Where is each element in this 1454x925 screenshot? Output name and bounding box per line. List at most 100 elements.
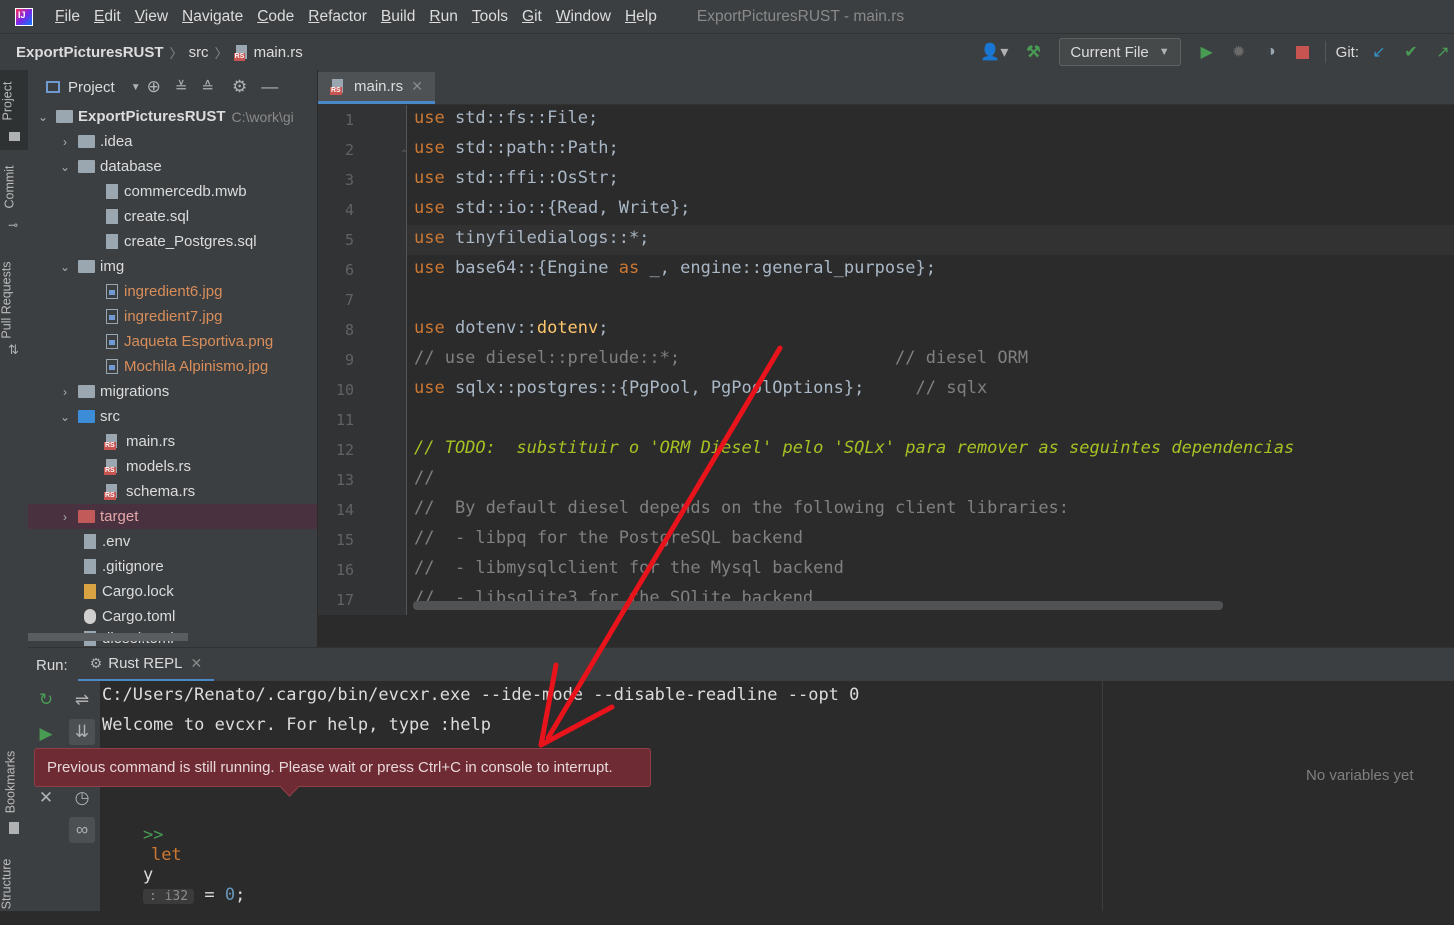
tree-root[interactable]: ⌄ ExportPicturesRUST C:\work\gi xyxy=(28,104,317,129)
tree-item-jaqueta[interactable]: Jaqueta Esportiva.png xyxy=(28,329,317,354)
gear-icon[interactable]: ⚙ xyxy=(232,77,247,97)
tree-item-src[interactable]: ⌄ src xyxy=(28,404,317,429)
text-file-icon xyxy=(84,534,96,549)
menu-run[interactable]: Run xyxy=(429,8,457,26)
tree-item-label: create_Postgres.sql xyxy=(124,233,257,250)
tree-item-label: main.rs xyxy=(126,433,176,450)
cargo-toml-icon xyxy=(84,609,96,624)
chevron-right-icon[interactable]: › xyxy=(58,385,72,399)
tree-item-cargo-toml[interactable]: Cargo.toml xyxy=(28,604,317,629)
tree-item-cargo-lock[interactable]: Cargo.lock xyxy=(28,579,317,604)
git-commit-icon[interactable]: ✔ xyxy=(1400,41,1422,63)
tree-item-ingredient7[interactable]: ingredient7.jpg xyxy=(28,304,317,329)
run-configuration-select[interactable]: Current File ▼ xyxy=(1059,38,1181,66)
menu-build[interactable]: Build xyxy=(381,8,415,26)
chevron-down-icon[interactable]: ⌄ xyxy=(58,410,72,424)
menu-code[interactable]: Code xyxy=(257,8,294,26)
menu-window[interactable]: Window xyxy=(556,8,611,26)
tree-item-ingredient6[interactable]: ingredient6.jpg xyxy=(28,279,317,304)
project-horizontal-scrollbar[interactable] xyxy=(28,633,188,641)
console-input-line[interactable]: >> let y : i32 = 0; xyxy=(102,805,245,925)
breadcrumb-separator-icon: 〉 xyxy=(214,46,228,61)
project-tool-tab[interactable]: Project xyxy=(0,70,28,150)
left-tool-window-strip: Project ⊸ Commit ⇅ Pull Requests Bookmar… xyxy=(0,70,29,911)
menu-navigate[interactable]: Navigate xyxy=(182,8,243,26)
tree-item-models-rs[interactable]: models.rs xyxy=(28,454,317,479)
tree-item-create-sql[interactable]: create.sql xyxy=(28,204,317,229)
chevron-right-icon[interactable]: › xyxy=(58,510,72,524)
text-file-icon xyxy=(84,559,96,574)
menu-tools[interactable]: Tools xyxy=(472,8,508,26)
tree-item-label: migrations xyxy=(100,383,170,400)
show-variables-glasses-icon[interactable]: ∞ xyxy=(69,817,95,843)
tree-item-create-postgres-sql[interactable]: create_Postgres.sql xyxy=(28,229,317,254)
tree-item-gitignore[interactable]: .gitignore xyxy=(28,554,317,579)
code-line-8: use dotenv::dotenv; xyxy=(414,318,609,338)
breadcrumb-file[interactable]: main.rs xyxy=(254,44,303,61)
rust-file-icon xyxy=(104,483,120,500)
git-update-icon[interactable]: ↙ xyxy=(1368,41,1390,63)
user-account-icon[interactable]: 👤▾ xyxy=(976,41,1012,63)
chevron-down-icon[interactable]: ⌄ xyxy=(58,260,72,274)
chevron-right-icon[interactable]: › xyxy=(58,135,72,149)
editor-tab-main-rs[interactable]: main.rs ✕ xyxy=(318,72,435,104)
code-area[interactable]: use std::fs::File; use std::path::Path; … xyxy=(318,105,1454,615)
locate-target-icon[interactable]: ⊕ xyxy=(147,77,161,97)
structure-tool-tab[interactable]: Structure xyxy=(0,855,28,911)
git-push-icon[interactable]: ↗ xyxy=(1432,41,1454,63)
tree-item-migrations[interactable]: › migrations xyxy=(28,379,317,404)
editor-horizontal-scrollbar[interactable] xyxy=(413,601,1223,610)
tree-item-idea[interactable]: › .idea xyxy=(28,129,317,154)
image-file-icon xyxy=(106,334,118,349)
pull-requests-tool-tab[interactable]: ⇅ Pull Requests xyxy=(0,255,28,360)
project-panel-title[interactable]: Project xyxy=(68,79,115,96)
scroll-to-end-icon[interactable]: ⇊ xyxy=(69,719,95,745)
chevron-down-icon[interactable]: ⌄ xyxy=(58,160,72,174)
breadcrumb-src[interactable]: src xyxy=(189,44,209,61)
tree-item-target[interactable]: › target xyxy=(28,504,317,529)
menu-file[interactable]: File xyxy=(55,8,80,26)
menu-git[interactable]: Git xyxy=(522,8,542,26)
menu-help[interactable]: Help xyxy=(625,8,657,26)
menu-edit[interactable]: Edit xyxy=(94,8,121,26)
intellij-logo-icon xyxy=(15,7,33,26)
hide-panel-icon[interactable]: — xyxy=(261,77,278,97)
run-actions-strip: ↻ ▶ ✕ xyxy=(28,681,65,911)
stop-icon[interactable] xyxy=(1292,41,1314,63)
rerun-icon[interactable]: ↻ xyxy=(33,687,59,713)
run-tab-rust-repl[interactable]: ⚙ Rust REPL ✕ xyxy=(77,648,215,682)
menu-view[interactable]: View xyxy=(135,8,168,26)
chevron-down-icon[interactable]: ▼ xyxy=(131,82,141,93)
breadcrumb-project[interactable]: ExportPicturesRUST xyxy=(16,44,164,61)
coverage-icon[interactable]: ◑ xyxy=(1260,41,1282,63)
chevron-down-icon[interactable]: ⌄ xyxy=(36,110,50,124)
expand-all-icon[interactable]: ≚ xyxy=(175,78,188,96)
menu-refactor[interactable]: Refactor xyxy=(308,8,367,26)
build-hammer-icon[interactable]: ⚒ xyxy=(1022,41,1044,63)
debug-bug-icon[interactable]: ✹ xyxy=(1228,41,1250,63)
tree-item-label: .idea xyxy=(100,133,133,150)
bookmark-icon xyxy=(9,822,19,834)
tree-item-commercedb[interactable]: commercedb.mwb xyxy=(28,179,317,204)
run-icon[interactable]: ▶ xyxy=(33,721,59,747)
history-clock-icon[interactable]: ◷ xyxy=(69,785,95,811)
soft-wrap-icon[interactable]: ⇌ xyxy=(69,687,95,713)
repl-console[interactable]: C:/Users/Renato/.cargo/bin/evcxr.exe --i… xyxy=(100,681,1102,911)
tree-item-mochila[interactable]: Mochila Alpinismo.jpg xyxy=(28,354,317,379)
tree-item-env[interactable]: .env xyxy=(28,529,317,554)
close-icon[interactable]: ✕ xyxy=(33,785,59,811)
commit-tool-tab[interactable]: ⊸ Commit xyxy=(0,160,28,232)
bookmarks-tool-tab[interactable]: Bookmarks xyxy=(0,745,28,840)
tree-item-database[interactable]: ⌄ database xyxy=(28,154,317,179)
collapse-all-icon[interactable]: ≙ xyxy=(201,78,214,96)
commit-icon: ⊸ xyxy=(8,218,19,232)
close-icon[interactable]: ✕ xyxy=(411,78,423,95)
run-icon[interactable]: ▶ xyxy=(1196,41,1218,63)
tree-item-main-rs[interactable]: main.rs xyxy=(28,429,317,454)
tree-root-label: ExportPicturesRUST xyxy=(78,108,226,125)
tree-item-img[interactable]: ⌄ img xyxy=(28,254,317,279)
tree-item-schema-rs[interactable]: schema.rs xyxy=(28,479,317,504)
close-icon[interactable]: ✕ xyxy=(190,655,202,672)
project-panel-header: Project ▼ ⊕ ≚ ≙ ⚙ — xyxy=(28,70,317,104)
project-view-icon xyxy=(46,81,60,93)
